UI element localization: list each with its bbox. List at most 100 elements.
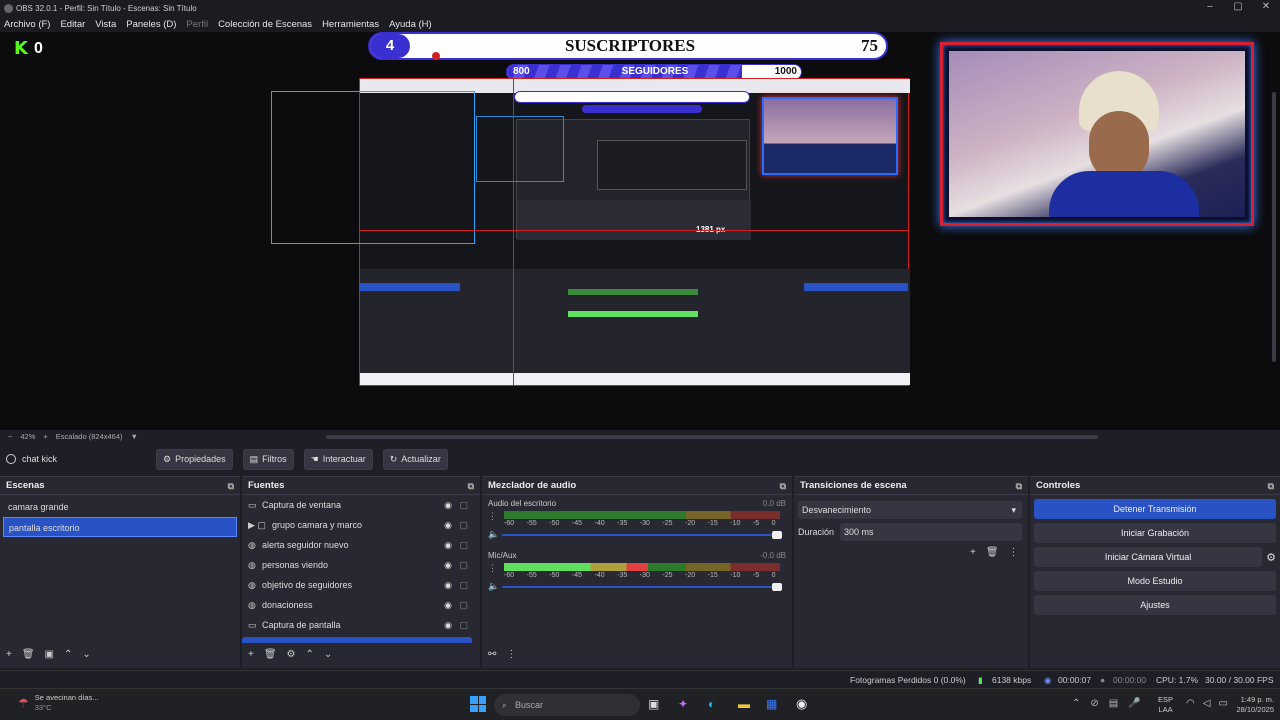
windows-start-icon[interactable] xyxy=(470,696,486,712)
chevron-up-icon[interactable]: ⌃ xyxy=(1072,698,1080,709)
undock-icon[interactable]: ⧉ xyxy=(1268,477,1274,495)
start-recording-button[interactable]: Iniciar Grabación xyxy=(1034,523,1276,543)
store-icon[interactable]: ▦ xyxy=(766,697,777,711)
undock-icon[interactable]: ⧉ xyxy=(1016,477,1022,495)
menu-help[interactable]: Ayuda (H) xyxy=(389,19,432,30)
undock-icon[interactable]: ⧉ xyxy=(228,477,234,495)
more-icon[interactable]: ⋮ xyxy=(488,563,497,574)
clock[interactable]: 1:49 p. m. 28/10/2025 xyxy=(1224,695,1274,715)
chevron-down-icon[interactable]: ⌄ xyxy=(82,649,90,660)
maximize-icon[interactable]: ▢ xyxy=(1224,0,1252,16)
preview-vscrollbar[interactable] xyxy=(1272,92,1276,362)
refresh-button[interactable]: ↻ Actualizar xyxy=(382,448,448,470)
add-icon[interactable]: + xyxy=(970,547,976,558)
interact-button[interactable]: ☚ Interactuar xyxy=(303,448,373,470)
filter-icon[interactable]: ▣ xyxy=(45,649,54,660)
task-view-icon[interactable]: ▣ xyxy=(648,697,659,711)
eye-icon[interactable]: ◉ xyxy=(444,535,452,555)
trash-icon[interactable]: 🗑 xyxy=(22,649,35,660)
volume-slider-handle[interactable] xyxy=(772,531,782,539)
minimize-icon[interactable]: – xyxy=(1196,0,1224,16)
lock-icon[interactable]: ▢ xyxy=(459,515,468,535)
chevron-up-icon[interactable]: ⌃ xyxy=(306,649,314,660)
more-icon[interactable]: ⋮ xyxy=(506,649,516,660)
volume-slider-handle[interactable] xyxy=(772,583,782,591)
chevron-up-icon[interactable]: ⌃ xyxy=(64,649,72,660)
speaker-icon[interactable]: 🔈 xyxy=(488,529,499,540)
obs-taskbar-icon[interactable]: ◉ xyxy=(796,696,807,712)
add-icon[interactable]: + xyxy=(248,649,254,660)
eye-icon[interactable]: ◉ xyxy=(444,595,452,615)
selected-source-row-partial[interactable] xyxy=(242,637,472,643)
menu-view[interactable]: Vista xyxy=(95,19,116,30)
eye-icon[interactable]: ◉ xyxy=(444,615,452,635)
undock-icon[interactable]: ⧉ xyxy=(780,477,786,495)
edge-icon[interactable]: ◐ xyxy=(708,697,715,711)
lock-icon[interactable]: ▢ xyxy=(459,615,468,635)
source-item[interactable]: ◍ personas viendo ◉ ▢ xyxy=(242,555,480,575)
weather-widget[interactable]: ☂ Se avecinan días... 33°C xyxy=(18,693,99,713)
volume-slider[interactable] xyxy=(502,534,774,536)
link-icon[interactable]: ⚯ xyxy=(488,649,496,660)
source-item[interactable]: ▭ Captura de ventana ◉ ▢ xyxy=(242,495,480,515)
add-icon[interactable]: + xyxy=(6,649,12,660)
eye-icon[interactable]: ◉ xyxy=(444,495,452,515)
menu-tools[interactable]: Herramientas xyxy=(322,19,379,30)
zoom-in-icon[interactable]: + xyxy=(43,432,47,441)
lock-icon[interactable]: ▢ xyxy=(459,535,468,555)
eye-icon[interactable]: ◉ xyxy=(444,515,452,535)
rotation-handle[interactable] xyxy=(432,52,440,60)
chat-kick-selection-box[interactable] xyxy=(271,91,475,244)
settings-button[interactable]: Ajustes xyxy=(1034,595,1276,615)
language-indicator[interactable]: ESP LAA xyxy=(1158,695,1173,715)
menu-profile[interactable]: Perfil xyxy=(186,19,208,30)
speaker-icon[interactable]: 🔈 xyxy=(488,581,499,592)
trash-icon[interactable]: 🗑 xyxy=(264,649,277,660)
stop-stream-button[interactable]: Detener Transmisión xyxy=(1034,499,1276,519)
copilot-icon[interactable]: ✦ xyxy=(678,697,688,711)
zoom-out-icon[interactable]: − xyxy=(8,432,12,441)
file-explorer-icon[interactable]: ▬ xyxy=(738,697,750,711)
trash-icon[interactable]: 🗑 xyxy=(986,547,999,558)
network-off-icon[interactable]: ⊘ xyxy=(1090,698,1098,709)
start-virtual-camera-button[interactable]: Iniciar Cámara Virtual xyxy=(1034,547,1263,567)
menu-file[interactable]: Archivo (F) xyxy=(4,19,50,30)
tray-app-icon[interactable]: ▤ xyxy=(1109,698,1118,709)
menu-edit[interactable]: Editar xyxy=(60,19,85,30)
chevron-down-icon[interactable]: ▼ xyxy=(131,432,138,441)
filters-button[interactable]: ▤ Filtros xyxy=(242,448,294,470)
lock-icon[interactable]: ▢ xyxy=(459,495,468,515)
webcam-frame[interactable] xyxy=(940,42,1254,226)
studio-mode-button[interactable]: Modo Estudio xyxy=(1034,571,1276,591)
preview-canvas[interactable]: K 0 4 SUSCRIPTORES 75 800 SEGUIDORES 100… xyxy=(0,32,1280,439)
menu-docks[interactable]: Paneles (D) xyxy=(126,19,176,30)
properties-button[interactable]: ⚙ Propiedades xyxy=(156,448,233,470)
gear-icon[interactable]: ⚙ xyxy=(287,649,296,660)
microphone-icon[interactable]: 🎤 xyxy=(1128,698,1140,709)
more-icon[interactable]: ⋮ xyxy=(1009,547,1019,558)
source-item[interactable]: ▭ Captura de pantalla ◉ ▢ xyxy=(242,615,480,635)
source-item[interactable]: ◍ donacioness ◉ ▢ xyxy=(242,595,480,615)
tray-status-icons[interactable]: ◠ ◁ ▭ xyxy=(1186,698,1228,709)
source-item[interactable]: ◍ alerta seguidor nuevo ◉ ▢ xyxy=(242,535,480,555)
lock-icon[interactable]: ▢ xyxy=(459,555,468,575)
scene-item[interactable]: camara grande xyxy=(0,497,240,517)
close-icon[interactable]: ✕ xyxy=(1252,0,1280,16)
chevron-down-icon[interactable]: ⌄ xyxy=(324,649,332,660)
more-icon[interactable]: ⋮ xyxy=(488,511,497,522)
undock-icon[interactable]: ⧉ xyxy=(468,477,474,495)
lock-icon[interactable]: ▢ xyxy=(459,595,468,615)
source-item[interactable]: ▶ ▢ grupo camara y marco ◉ ▢ xyxy=(242,515,480,535)
eye-icon[interactable]: ◉ xyxy=(444,575,452,595)
lock-icon[interactable]: ▢ xyxy=(459,575,468,595)
volume-slider[interactable] xyxy=(502,586,774,588)
eye-icon[interactable]: ◉ xyxy=(444,555,452,575)
preview-scrollbar[interactable] xyxy=(326,435,1098,439)
transition-select[interactable]: Desvanecimiento ▾ xyxy=(798,501,1022,519)
taskbar-search[interactable]: ⌕ Buscar xyxy=(494,694,640,716)
menu-scene-collection[interactable]: Colección de Escenas xyxy=(218,19,312,30)
duration-input[interactable]: 300 ms xyxy=(840,523,1022,541)
source-item[interactable]: ◍ objetivo de seguidores ◉ ▢ xyxy=(242,575,480,595)
gear-icon[interactable]: ⚙ xyxy=(1266,551,1276,564)
scene-item-selected[interactable]: pantalla escritorio xyxy=(3,517,237,537)
